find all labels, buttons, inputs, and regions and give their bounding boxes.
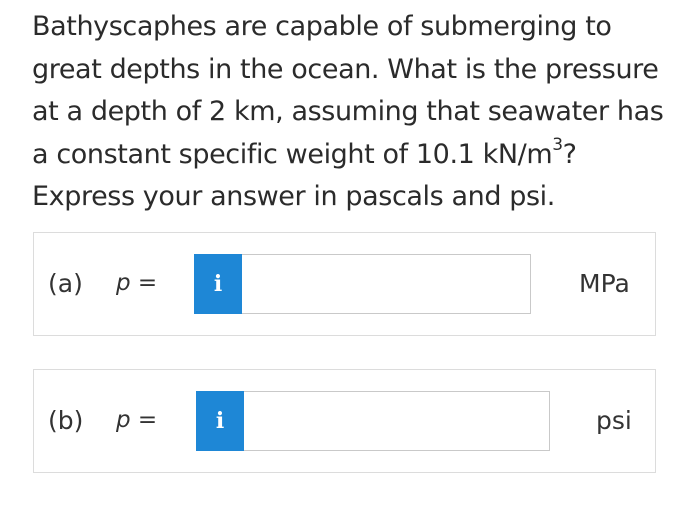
part-b-variable: p bbox=[116, 407, 131, 433]
info-icon: i bbox=[213, 271, 223, 297]
part-a-answer-input[interactable] bbox=[242, 254, 531, 314]
part-a-variable: p bbox=[116, 270, 131, 296]
part-a-label: (a) bbox=[48, 269, 83, 298]
question-exponent: 3 bbox=[552, 134, 563, 155]
part-b-answer-input[interactable] bbox=[244, 391, 550, 451]
part-a-equals: = bbox=[137, 270, 158, 296]
part-b-info-button[interactable]: i bbox=[196, 391, 244, 451]
question-text: Bathyscaphes are capable of submerging t… bbox=[32, 6, 682, 219]
part-b-label: (b) bbox=[48, 406, 84, 435]
part-a-variable-label: p = bbox=[116, 270, 157, 296]
part-b-variable-label: p = bbox=[116, 407, 157, 433]
part-a-info-button[interactable]: i bbox=[194, 254, 242, 314]
info-icon: i bbox=[215, 408, 225, 434]
part-b-equals: = bbox=[137, 407, 158, 433]
part-b-box: (b) p = i psi bbox=[33, 369, 656, 473]
part-a-box: (a) p = i MPa bbox=[33, 232, 656, 336]
part-a-unit: MPa bbox=[579, 269, 630, 298]
part-b-unit: psi bbox=[596, 406, 632, 435]
